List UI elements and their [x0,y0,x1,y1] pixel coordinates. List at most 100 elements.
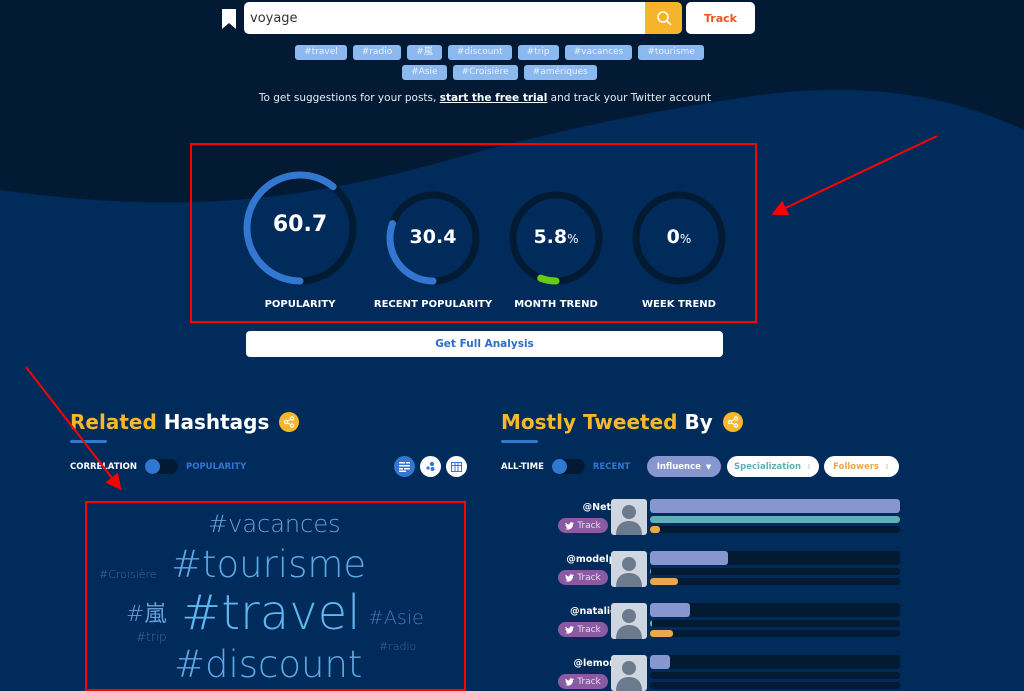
bubble-view-button[interactable] [420,456,441,477]
search-input[interactable]: voyage [244,2,646,34]
avatar[interactable] [611,603,647,639]
specialization-bar [650,620,652,627]
followers-bar-track [650,526,900,533]
wordcloud-icon [399,461,410,472]
influence-bar [650,603,690,617]
tweeter-track-label: Track [577,624,601,635]
toggle-label-correlation: CORRELATION [70,461,137,472]
title-rest: By [684,410,713,434]
tag-chip[interactable]: #discount [447,45,512,60]
default-user-icon [616,557,642,587]
tweeter-track-label: Track [577,572,601,583]
title-accent: Mostly Tweeted [501,410,678,434]
tweeter-track-button[interactable]: Track [558,674,608,689]
tweeter-metric-bars [650,551,900,585]
sort-influence-label: Influence [656,461,701,472]
tweeter-track-button[interactable]: Track [558,518,608,533]
sort-influence-button[interactable]: Influence ▼ [647,456,721,477]
specialization-bar-track [650,516,900,523]
related-tags-row-1: #travel #radio #嵐 #discount #trip #vacan… [244,45,755,60]
title-underline [70,440,107,443]
mostly-tweeted-header: Mostly Tweeted By [501,410,743,443]
wordcloud-view-button[interactable] [394,456,415,477]
tag-chip[interactable]: #tourisme [638,45,704,60]
influence-bar-track [650,603,900,617]
tweeter-metric-bars [650,499,900,533]
tweeter-track-button[interactable]: Track [558,570,608,585]
tweeter-track-label: Track [577,676,601,687]
free-trial-link[interactable]: start the free trial [440,92,548,104]
followers-bar [650,630,673,637]
alltime-recent-toggle[interactable] [551,459,585,474]
track-button[interactable]: Track [686,2,755,34]
specialization-bar-track [650,568,900,575]
default-user-icon [616,505,642,535]
influence-bar [650,655,670,669]
followers-bar [650,526,660,533]
twitter-icon [565,625,575,634]
tag-chip[interactable]: #radio [352,45,402,60]
annotation-box-metrics [190,143,757,323]
alltime-recent-toggle-row: ALL-TIME RECENT [501,459,630,474]
influence-bar-track [650,551,900,565]
tweeter-row: @modelpress Track [530,551,900,591]
sort-specialization-label: Specialization [734,461,802,472]
avatar[interactable] [611,499,647,535]
specialization-bar [650,568,651,575]
influence-bar [650,551,728,565]
followers-bar [650,578,678,585]
share-icon[interactable] [722,412,743,432]
sort-icon: ⇕ [806,462,812,471]
default-user-icon [616,609,642,639]
search-input-value: voyage [250,10,298,26]
tag-chip[interactable]: #vacances [564,45,633,60]
table-view-button[interactable] [446,456,467,477]
sort-followers-button[interactable]: Followers ⇕ [824,456,899,477]
tag-chip[interactable]: #Croisière [452,65,518,80]
tweeter-metric-bars [650,603,900,637]
suggestion-text-after: and track your Twitter account [547,92,712,104]
specialization-bar [650,516,900,523]
search-icon [656,11,671,26]
correlation-popularity-toggle-row: CORRELATION POPULARITY [70,459,246,474]
tag-chip[interactable]: #trip [517,45,559,60]
related-hashtags-title: Related Hashtags [70,410,300,434]
followers-bar-track [650,578,900,585]
twitter-icon [565,573,575,582]
toggle-label-recent: RECENT [592,461,631,472]
tweeter-row: @natalie_mu Track [530,603,900,643]
tweeter-track-button[interactable]: Track [558,622,608,637]
sort-icon: ⇕ [883,462,890,471]
bubbles-icon [426,461,435,471]
tweeter-row: @lemondefr Track [530,655,900,691]
avatar[interactable] [611,551,647,587]
default-user-icon [616,661,642,691]
share-icon[interactable] [279,412,300,432]
title-rest: Hashtags [163,410,270,434]
toggle-label-popularity: POPULARITY [186,461,247,472]
followers-bar-track [650,630,900,637]
related-tags-row-2: #Asie #Croisière #amériques [244,65,755,80]
get-full-analysis-button[interactable]: Get Full Analysis [246,331,723,357]
search-button[interactable] [645,2,682,34]
sort-followers-label: Followers [833,461,879,472]
bookmark-icon[interactable] [221,9,237,29]
correlation-popularity-toggle[interactable] [145,459,178,474]
mostly-tweeted-title: Mostly Tweeted By [501,410,743,434]
caret-down-icon: ▼ [705,462,712,471]
toggle-label-all-time: ALL-TIME [501,461,544,472]
avatar[interactable] [611,655,647,691]
suggestion-text: To get suggestions for your posts, start… [0,92,970,104]
twitter-icon [565,521,575,530]
annotation-box-wordcloud [85,501,466,691]
suggestion-text-before: To get suggestions for your posts, [258,92,440,104]
tag-chip[interactable]: #travel [295,45,347,60]
tag-chip[interactable]: #嵐 [407,45,442,60]
sort-specialization-button[interactable]: Specialization ⇕ [727,456,819,477]
title-accent: Related [70,410,157,434]
tag-chip[interactable]: #Asie [402,65,447,80]
influence-bar-track [650,655,900,669]
followers-bar-track [650,682,900,689]
related-hashtags-header: Related Hashtags [70,410,300,443]
tag-chip[interactable]: #amériques [523,65,597,80]
